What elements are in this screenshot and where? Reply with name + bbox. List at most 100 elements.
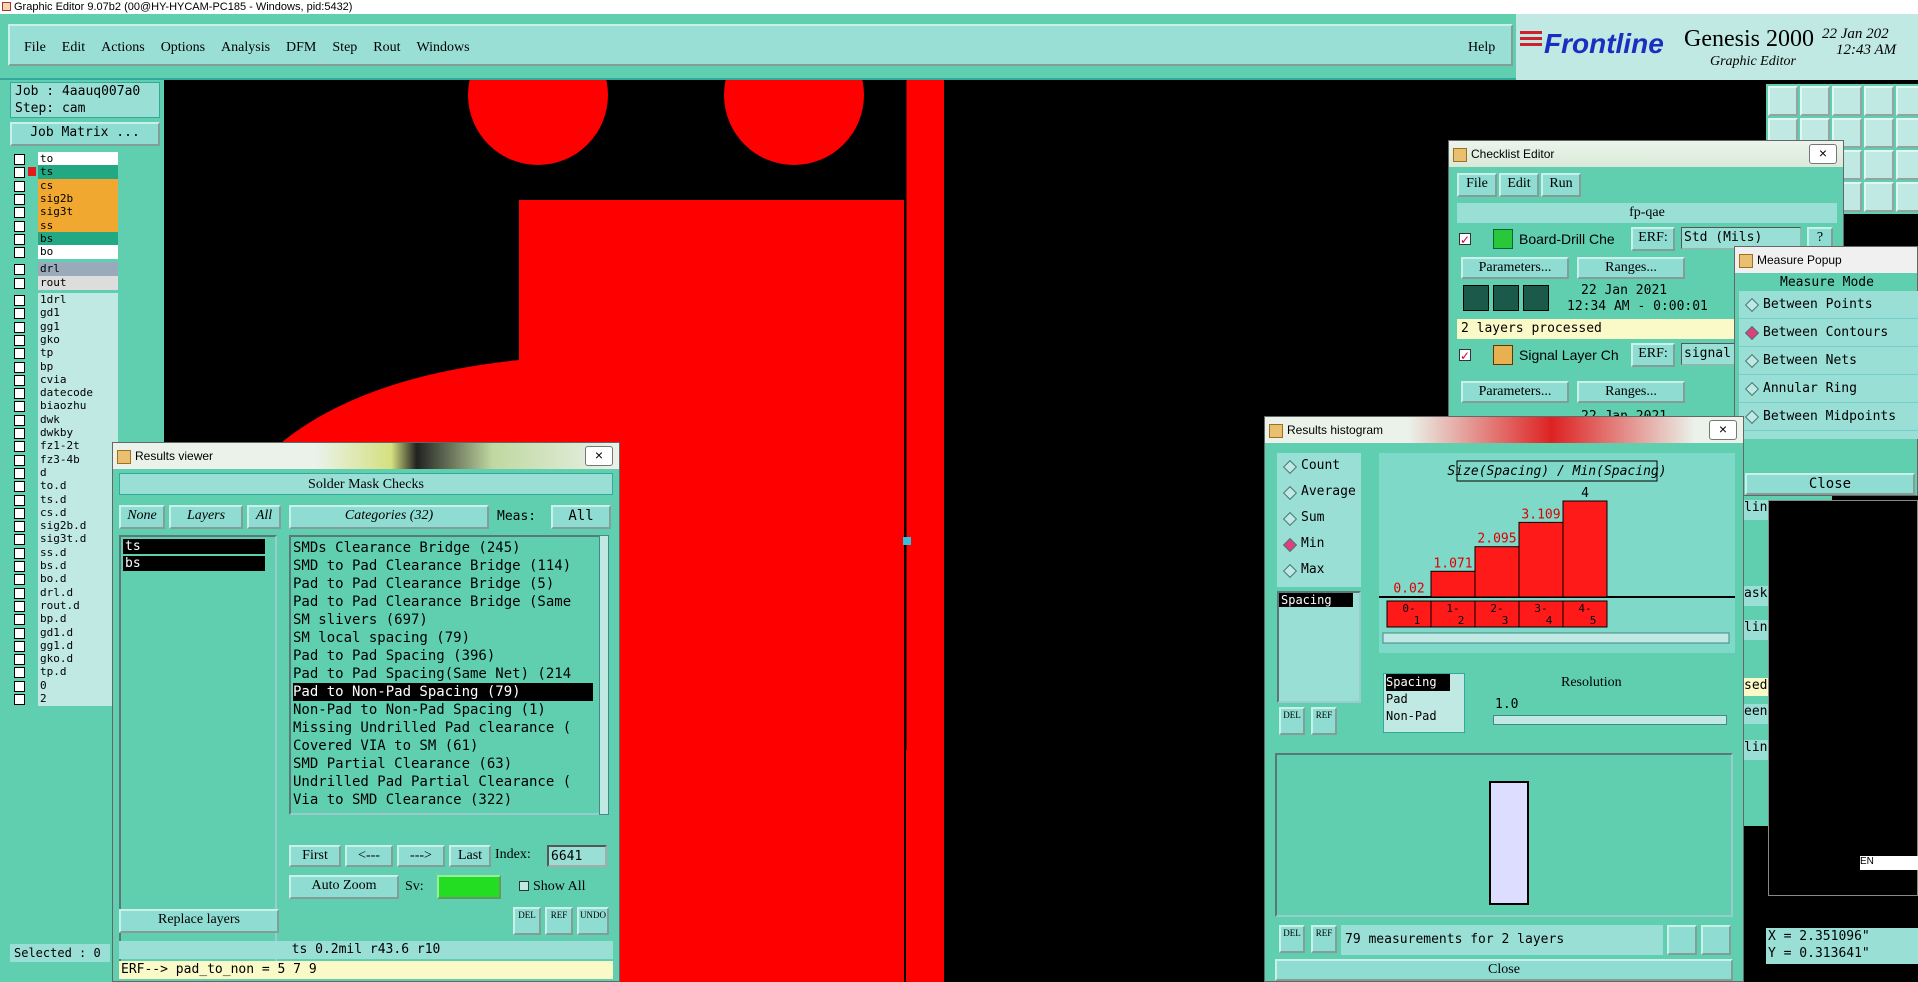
menu-edit[interactable]: Edit	[62, 40, 85, 55]
tool-icon[interactable]	[1864, 86, 1894, 116]
ranges-button-1[interactable]: Ranges...	[1577, 257, 1685, 279]
layer-checkbox[interactable]	[14, 467, 25, 479]
last-button[interactable]: Last	[449, 845, 491, 867]
category-item[interactable]: SMDs Clearance Bridge (245)	[293, 539, 603, 557]
layer-row[interactable]: cs.d	[10, 505, 118, 520]
close-icon[interactable]: ×	[1709, 420, 1737, 440]
histogram-bar[interactable]	[1518, 521, 1564, 598]
prev-button[interactable]: <---	[345, 845, 393, 867]
layer-row[interactable]: to.d	[10, 479, 118, 494]
layer-row[interactable]: bp	[10, 359, 118, 374]
tool-icon[interactable]	[1896, 150, 1918, 180]
next-button[interactable]: --->	[397, 845, 445, 867]
type-item[interactable]: Non-Pad	[1386, 708, 1464, 725]
layer-row[interactable]: bo	[10, 245, 118, 260]
tool-icon[interactable]	[1832, 86, 1862, 116]
layers-button[interactable]: Layers	[169, 505, 243, 529]
parameters-button-2[interactable]: Parameters...	[1461, 381, 1569, 403]
layer-checkbox[interactable]	[14, 454, 25, 466]
layer-checkbox[interactable]	[14, 694, 25, 705]
layer-checkbox[interactable]	[14, 233, 25, 245]
run-icon[interactable]	[1523, 285, 1549, 311]
ranges-button-2[interactable]: Ranges...	[1577, 381, 1685, 403]
layer-row[interactable]: datecode	[10, 386, 118, 401]
first-button[interactable]: First	[289, 845, 341, 867]
layer-checkbox[interactable]	[14, 180, 25, 192]
layer-row[interactable]: bs.d	[10, 559, 118, 573]
type-item[interactable]: Spacing	[1386, 674, 1450, 691]
layer-checkbox[interactable]	[14, 507, 25, 519]
layer-checkbox[interactable]	[14, 414, 25, 426]
layer-row[interactable]: drl	[10, 262, 118, 277]
category-item[interactable]: SMD to Pad Clearance Bridge (114)	[293, 557, 603, 575]
tool-icon[interactable]	[1800, 86, 1830, 116]
category-item[interactable]: SM local spacing (79)	[293, 629, 603, 647]
tool-icon[interactable]	[1896, 118, 1918, 148]
layer-row[interactable]: d	[10, 465, 118, 480]
layer-row[interactable]: 2	[10, 692, 118, 706]
layer-row[interactable]: sig2b	[10, 191, 118, 206]
erf-button-1[interactable]: ERF:	[1631, 227, 1675, 251]
checkbox-mark[interactable]: ✓	[1459, 349, 1471, 362]
help-menu[interactable]: Help	[1468, 40, 1495, 56]
list-item-spacing[interactable]: Spacing	[1279, 593, 1353, 607]
layer-checkbox[interactable]	[14, 167, 25, 179]
meas-dropdown[interactable]: All	[551, 505, 611, 529]
results-layer-item[interactable]: bs	[123, 556, 265, 571]
resolution-slider[interactable]	[1493, 715, 1727, 725]
measure-option[interactable]: Between Midpoints	[1739, 403, 1918, 431]
layer-row[interactable]: ss	[10, 218, 118, 233]
close-icon[interactable]: ×	[1809, 144, 1837, 164]
layer-checkbox[interactable]	[14, 600, 25, 612]
layer-row[interactable]: tp	[10, 346, 118, 361]
layer-row[interactable]: fz3-4b	[10, 452, 118, 467]
layer-row[interactable]: gg1.d	[10, 638, 118, 653]
layer-row[interactable]: 0	[10, 678, 118, 693]
layer-checkbox[interactable]	[14, 561, 25, 572]
layer-checkbox[interactable]	[14, 388, 25, 400]
histogram-icon-button[interactable]	[1667, 925, 1697, 955]
layer-checkbox[interactable]	[14, 547, 25, 559]
layer-checkbox[interactable]	[14, 587, 25, 599]
layer-checkbox[interactable]	[14, 574, 25, 586]
category-item[interactable]: Via to SMD Clearance (322)	[293, 791, 603, 809]
category-item[interactable]: SMD Partial Clearance (63)	[293, 755, 603, 773]
run-icon[interactable]	[1493, 285, 1519, 311]
layer-row[interactable]: fz1-2t	[10, 439, 118, 454]
none-button[interactable]: None	[119, 505, 165, 529]
layer-checkbox[interactable]	[14, 640, 25, 652]
layer-checkbox[interactable]	[14, 220, 25, 232]
layer-row[interactable]: ts.d	[10, 492, 118, 507]
layer-row[interactable]: rout.d	[10, 598, 118, 613]
layer-checkbox[interactable]	[14, 295, 25, 306]
layer-checkbox[interactable]	[14, 361, 25, 373]
layer-row[interactable]: ss.d	[10, 545, 118, 560]
layer-checkbox[interactable]	[14, 654, 25, 666]
all-layers-button[interactable]: All	[247, 505, 281, 529]
checkbox-mark[interactable]: ✓	[1459, 233, 1471, 246]
layer-checkbox[interactable]	[14, 441, 25, 453]
menu-step[interactable]: Step	[332, 40, 357, 55]
chart-scrollbar[interactable]	[1382, 632, 1730, 644]
checklist-menu-file[interactable]: File	[1457, 173, 1497, 197]
layer-checkbox[interactable]	[14, 428, 25, 439]
layer-row[interactable]: bp.d	[10, 612, 118, 627]
menu-dfm[interactable]: DFM	[286, 40, 316, 55]
tool-icon[interactable]	[1896, 182, 1918, 212]
layer-checkbox[interactable]	[14, 277, 25, 289]
layer-checkbox[interactable]	[14, 534, 25, 546]
category-scrollbar[interactable]	[599, 535, 609, 815]
layer-checkbox[interactable]	[14, 401, 25, 413]
category-item[interactable]: Non-Pad to Non-Pad Spacing (1)	[293, 701, 603, 719]
category-item[interactable]: Pad to Pad Spacing (396)	[293, 647, 603, 665]
layer-row[interactable]: gg1	[10, 319, 118, 334]
layer-row[interactable]: cs	[10, 178, 118, 193]
close-icon[interactable]: ×	[585, 446, 613, 466]
tool-icon[interactable]	[1864, 118, 1894, 148]
undo-button[interactable]: UNDO	[577, 907, 609, 935]
layer-checkbox[interactable]	[14, 264, 25, 276]
stat-option[interactable]: Min	[1277, 531, 1361, 557]
index-input[interactable]: 6641	[547, 845, 607, 867]
menu-options[interactable]: Options	[161, 40, 205, 55]
layer-row[interactable]: bo.d	[10, 572, 118, 587]
